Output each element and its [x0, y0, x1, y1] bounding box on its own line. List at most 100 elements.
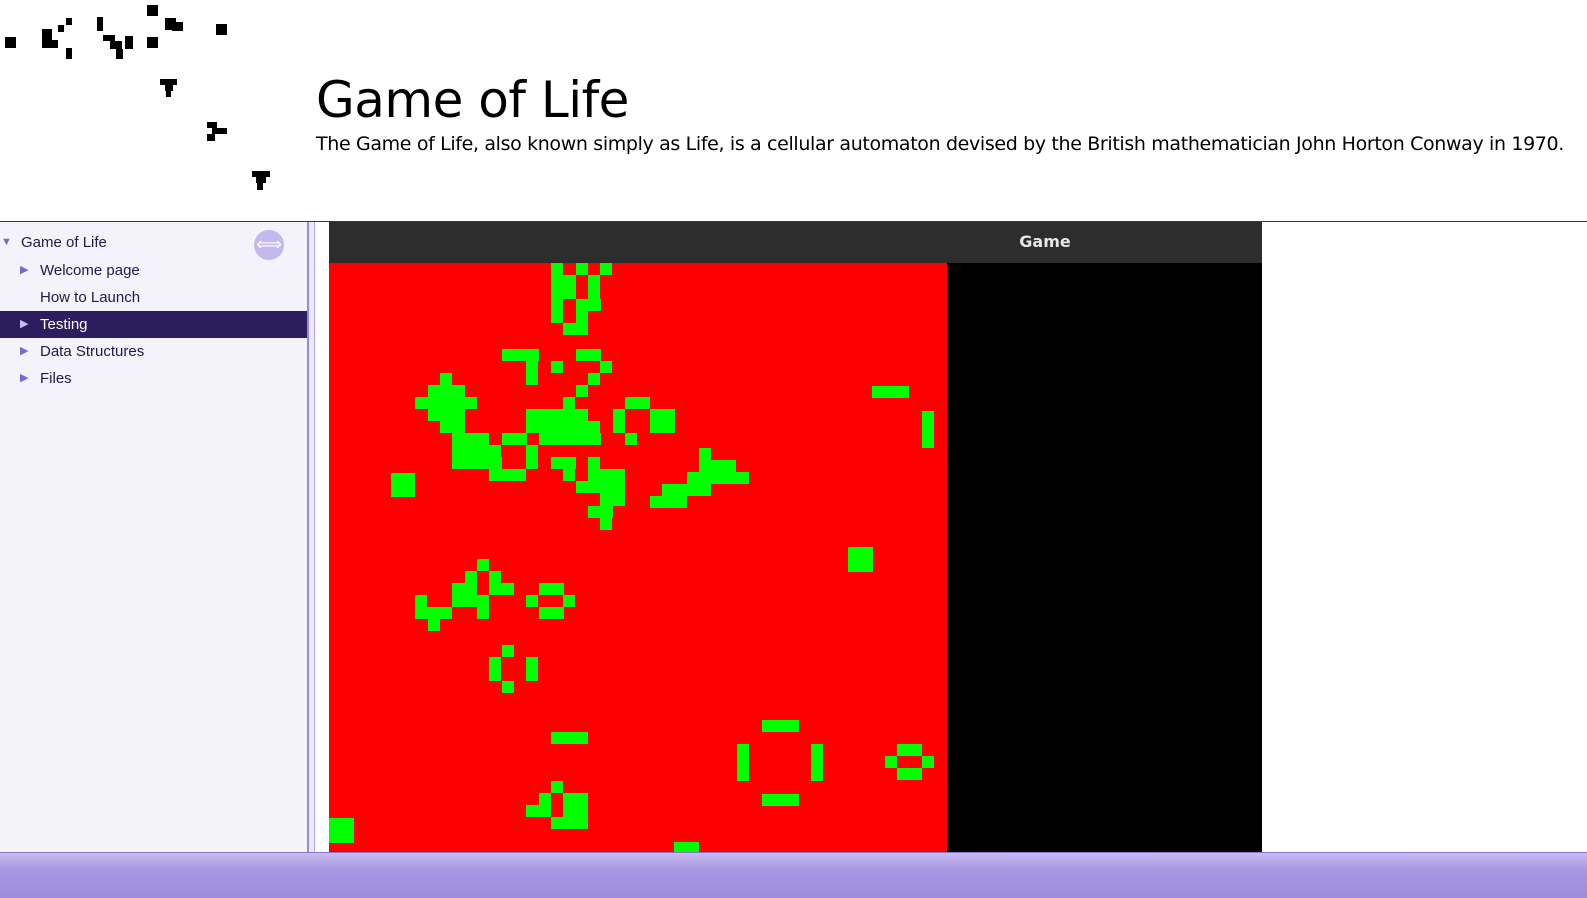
live-cell [415, 397, 477, 409]
live-cell [526, 657, 538, 681]
live-cell [391, 473, 415, 497]
expand-arrow-icon[interactable]: ▶ [20, 365, 28, 392]
live-cell [588, 275, 600, 287]
game-titlebar[interactable]: Game [329, 222, 1262, 263]
live-cell [600, 481, 625, 506]
toc-item-label[interactable]: Files [40, 365, 72, 392]
toc-item-label[interactable]: Data Structures [40, 338, 144, 365]
live-cell [551, 361, 563, 373]
live-cell [922, 411, 934, 448]
live-cell [576, 263, 588, 275]
live-cell [576, 481, 601, 493]
live-cell [588, 287, 600, 299]
toc-item-data-structures[interactable]: ▶ Data Structures [0, 338, 307, 365]
toc-item-files[interactable]: ▶ Files [0, 365, 307, 392]
live-cell [625, 397, 650, 409]
live-cell [662, 484, 711, 496]
toc-item-welcome-page[interactable]: ▶ Welcome page [0, 257, 307, 284]
live-cell [477, 457, 502, 469]
live-cell [526, 805, 551, 817]
expand-arrow-icon[interactable]: ▶ [20, 311, 28, 338]
game-window: Game [329, 222, 1262, 852]
live-cell [600, 263, 612, 275]
live-cell [489, 469, 526, 481]
live-cell [329, 818, 354, 843]
live-cell [452, 457, 477, 469]
live-cell [477, 607, 489, 619]
live-cell [762, 794, 799, 806]
live-cell [539, 433, 601, 445]
live-cell [576, 385, 588, 397]
live-cell [465, 571, 477, 583]
cell-grid [329, 263, 934, 852]
live-cell [428, 409, 465, 421]
live-cell [588, 506, 613, 518]
live-cell [551, 817, 588, 829]
live-cell [526, 421, 600, 433]
live-cell [848, 547, 873, 572]
live-cell [526, 409, 588, 421]
expand-arrow-icon[interactable]: ▶ [20, 338, 28, 365]
toc-item-testing[interactable]: ▶ Testing [0, 311, 307, 338]
live-cell [897, 744, 922, 756]
game-board[interactable] [329, 263, 947, 852]
live-cell [428, 619, 440, 631]
live-cell [428, 385, 465, 397]
page-header: Game of Life The Game of Life, also know… [0, 0, 1587, 222]
live-cell [502, 645, 514, 657]
live-cell [576, 349, 601, 361]
live-cell [452, 583, 477, 595]
live-cell [502, 681, 514, 693]
live-cell [539, 793, 551, 805]
page-subtitle: The Game of Life, also known simply as L… [316, 133, 1564, 155]
toc-item-label[interactable]: Welcome page [40, 257, 140, 284]
live-cell [588, 469, 625, 481]
footer-bar [0, 852, 1587, 898]
game-window-title: Game [1019, 232, 1071, 251]
live-cell [477, 559, 489, 571]
toc-item-label[interactable]: How to Launch [40, 284, 140, 311]
toc-item-game-of-life[interactable]: ▼ Game of Life [0, 229, 307, 256]
live-cell [539, 607, 564, 619]
live-cell [588, 373, 600, 385]
live-cell [489, 571, 501, 583]
live-cell [687, 472, 749, 484]
live-cell [551, 732, 588, 744]
live-cell [551, 263, 563, 275]
live-cell [489, 583, 514, 595]
live-cell [539, 583, 564, 595]
live-cell [625, 433, 637, 445]
live-cell [674, 842, 699, 852]
toc-item-how-to-launch[interactable]: How to Launch [0, 284, 307, 311]
live-cell [551, 299, 563, 323]
live-cell [650, 496, 687, 508]
live-cell [415, 607, 452, 619]
live-cell [551, 275, 576, 287]
live-cell [576, 311, 588, 323]
expand-arrow-icon[interactable]: ▼ [1, 229, 12, 256]
live-cell [872, 386, 909, 398]
live-cell [885, 756, 897, 768]
live-cell [563, 397, 575, 409]
live-cell [563, 805, 588, 817]
live-cell [526, 595, 538, 607]
live-cell [762, 720, 799, 732]
glider-logo-icon [5, 5, 270, 190]
live-cell [576, 299, 601, 311]
live-cell [563, 793, 588, 805]
toc-item-label[interactable]: Testing [40, 311, 88, 338]
live-cell [502, 349, 539, 361]
sidebar-resize-handle[interactable] [307, 222, 315, 852]
live-cell [489, 657, 501, 681]
table-of-contents: ⟺ ▼ Game of Life ▶ Welcome page How to L… [0, 222, 307, 852]
live-cell [526, 361, 538, 385]
expand-arrow-icon[interactable]: ▶ [20, 257, 28, 284]
toc-item-label[interactable]: Game of Life [21, 229, 107, 256]
live-cell [502, 433, 527, 445]
live-cell [551, 457, 576, 469]
live-cell [563, 323, 588, 335]
live-cell [650, 409, 675, 433]
live-cell [699, 448, 711, 460]
live-cell [452, 433, 489, 445]
live-cell [613, 421, 625, 433]
